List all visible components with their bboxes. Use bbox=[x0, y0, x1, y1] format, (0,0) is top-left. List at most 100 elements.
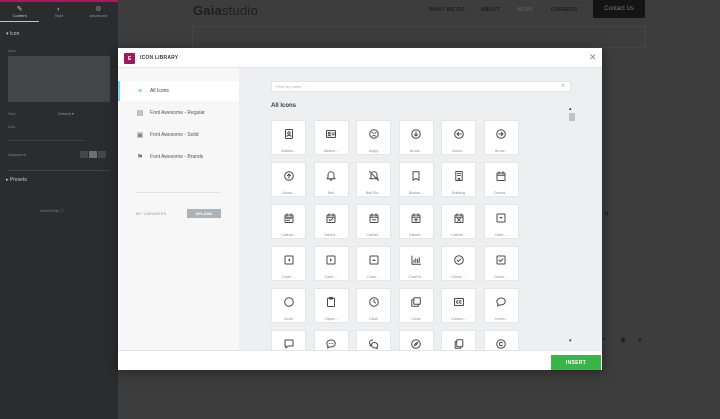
icon-tile[interactable]: Check ... bbox=[483, 246, 519, 281]
size-select[interactable]: Default ▾ bbox=[58, 111, 74, 116]
nav-what-we-do[interactable]: WHAT WE DO bbox=[429, 7, 465, 13]
site-logo[interactable]: Gaiastudio bbox=[193, 3, 258, 18]
icon-tile-label: Check ... bbox=[451, 275, 466, 279]
caret-square-down-icon bbox=[495, 205, 507, 229]
icon-tile[interactable]: Calend... bbox=[398, 204, 434, 239]
icon-tile[interactable]: Comm... bbox=[313, 330, 349, 350]
upload-button[interactable]: UPLOAD bbox=[187, 209, 221, 218]
social-globe-icon[interactable]: ◉ bbox=[620, 336, 626, 344]
icon-tile[interactable]: Arrow... bbox=[441, 120, 476, 155]
icon-tile[interactable]: Caret ... bbox=[356, 246, 391, 281]
scroll-up-icon[interactable]: ▴ bbox=[569, 106, 572, 112]
icon-tile[interactable]: Caret ... bbox=[271, 246, 306, 281]
logo-light: studio bbox=[221, 3, 258, 18]
scroll-down-icon[interactable]: ▾ bbox=[569, 338, 572, 344]
icon-tile-label: Bell Sla... bbox=[365, 191, 382, 195]
icon-tile[interactable]: Building bbox=[441, 162, 476, 197]
sidebar-item-fa-solid[interactable]: ▣ Font Awesome - Solid bbox=[118, 125, 239, 145]
icon-tile[interactable]: Comm... bbox=[356, 330, 391, 350]
icon-tile[interactable]: Arrow... bbox=[398, 120, 434, 155]
icon-tile[interactable]: Angry bbox=[356, 120, 391, 155]
twitter-icon[interactable]: ✦ bbox=[637, 336, 643, 344]
icon-tile[interactable]: Circle bbox=[271, 288, 306, 323]
icon-preview[interactable] bbox=[8, 56, 110, 102]
tab-advanced[interactable]: ⚙ Advanced bbox=[79, 2, 118, 22]
link-input[interactable] bbox=[8, 140, 84, 141]
clock-icon bbox=[368, 289, 380, 313]
icon-tile[interactable]: Clock bbox=[356, 288, 391, 323]
icon-browser: ⌕ All Icons Addres... Addres... Angry Arrow… bbox=[239, 68, 602, 350]
calendar-check-icon bbox=[325, 205, 337, 229]
icon-tile[interactable]: Comm... bbox=[483, 288, 519, 323]
align-right-button[interactable] bbox=[98, 151, 106, 158]
icon-tile[interactable]: Copy bbox=[441, 330, 476, 350]
icon-tile[interactable]: Caret ... bbox=[313, 246, 349, 281]
elementor-logo-icon: E bbox=[124, 53, 135, 64]
icon-tile[interactable]: Check ... bbox=[441, 246, 476, 281]
icon-tile[interactable]: Bell Sla... bbox=[356, 162, 391, 197]
icon-tile[interactable]: Bell bbox=[313, 162, 349, 197]
icon-tile[interactable]: Caret ... bbox=[483, 204, 519, 239]
closed-captioning-icon bbox=[453, 289, 465, 313]
calendar-plus-icon bbox=[410, 205, 422, 229]
icon-tile[interactable]: Calend... bbox=[356, 204, 391, 239]
social-square-icon[interactable]: ▪ bbox=[603, 336, 605, 343]
icon-tile[interactable]: Calend... bbox=[271, 204, 306, 239]
close-icon[interactable]: ✕ bbox=[589, 52, 597, 62]
icon-tile[interactable]: Addres... bbox=[313, 120, 349, 155]
search-input[interactable] bbox=[276, 84, 556, 89]
nav-careers[interactable]: CAREERS bbox=[551, 7, 578, 13]
align-left-button[interactable] bbox=[80, 151, 88, 158]
scroll-thumb[interactable] bbox=[569, 113, 575, 121]
icon-tile-label: Check ... bbox=[493, 275, 509, 279]
icon-tile[interactable]: Arrow... bbox=[483, 120, 519, 155]
icon-tile[interactable]: Addres... bbox=[271, 120, 306, 155]
icon-tile[interactable]: Compa... bbox=[398, 330, 434, 350]
section-icon-toggle[interactable]: ▾ Icon bbox=[6, 31, 19, 37]
caret-square-left-icon bbox=[283, 247, 295, 271]
sidebar-item-fa-regular[interactable]: ▤ Font Awesome - Regular bbox=[118, 103, 239, 123]
logo-bold: Gaia bbox=[193, 3, 222, 18]
need-help-link[interactable]: Need Help ⓘ bbox=[40, 208, 64, 214]
sidebar-item-fa-brands[interactable]: ⚑ Font Awesome - Brands bbox=[118, 147, 239, 167]
search-icon[interactable]: ⌕ bbox=[562, 83, 565, 90]
icon-label: Icon bbox=[8, 48, 16, 53]
caret-square-up-icon bbox=[368, 247, 380, 271]
icon-tile-label: Arrow... bbox=[409, 149, 423, 153]
icon-tile[interactable]: Calend... bbox=[441, 204, 476, 239]
bell-slash-icon bbox=[368, 163, 380, 187]
icon-tile-label: Calend... bbox=[493, 191, 509, 195]
arrow-alt-circle-down-icon bbox=[410, 121, 422, 145]
icon-tile-label: Clipbo... bbox=[324, 317, 338, 321]
scrollbar[interactable]: ▴ ▾ bbox=[569, 106, 575, 346]
pencil-icon: ✎ bbox=[16, 5, 23, 13]
size-label: Size bbox=[8, 111, 16, 116]
icon-tile[interactable]: Chart B... bbox=[398, 246, 434, 281]
insert-button[interactable]: INSERT bbox=[551, 355, 601, 370]
alignment-label: Alignment bbox=[8, 152, 26, 157]
icon-tile[interactable]: Bookm... bbox=[398, 162, 434, 197]
check-square-icon bbox=[495, 247, 507, 271]
size-value: Default bbox=[58, 111, 71, 116]
building-icon bbox=[453, 163, 465, 187]
sidebar-item-all-icons[interactable]: ≡ All Icons bbox=[118, 81, 239, 101]
icon-tile[interactable]: Calend... bbox=[483, 162, 519, 197]
arrow-alt-circle-left-icon bbox=[453, 121, 465, 145]
contact-us-button[interactable]: Contact Us bbox=[593, 0, 645, 18]
tab-content[interactable]: ✎ Content bbox=[0, 2, 40, 22]
icon-tile[interactable]: Copyri... bbox=[483, 330, 519, 350]
section-presets-toggle[interactable]: ▸ Presets bbox=[6, 177, 27, 183]
clipboard-icon bbox=[325, 289, 337, 313]
editor-panel: ✎ Content ◐ Style ⚙ Advanced ▾ Icon Icon… bbox=[0, 0, 118, 419]
icon-tile[interactable]: Arrow... bbox=[271, 162, 306, 197]
icon-tile[interactable]: Closed... bbox=[441, 288, 476, 323]
icon-tile[interactable]: Calend... bbox=[313, 204, 349, 239]
icon-tile[interactable]: Clone bbox=[398, 288, 434, 323]
icon-tile[interactable]: Comm... bbox=[271, 330, 306, 350]
icon-tile-label: Angry bbox=[368, 149, 379, 153]
nav-news[interactable]: NEWS bbox=[517, 7, 533, 13]
tab-style[interactable]: ◐ Style bbox=[39, 2, 78, 22]
align-center-button[interactable] bbox=[89, 151, 97, 158]
icon-tile[interactable]: Clipbo... bbox=[313, 288, 349, 323]
nav-about[interactable]: ABOUT bbox=[481, 7, 500, 13]
